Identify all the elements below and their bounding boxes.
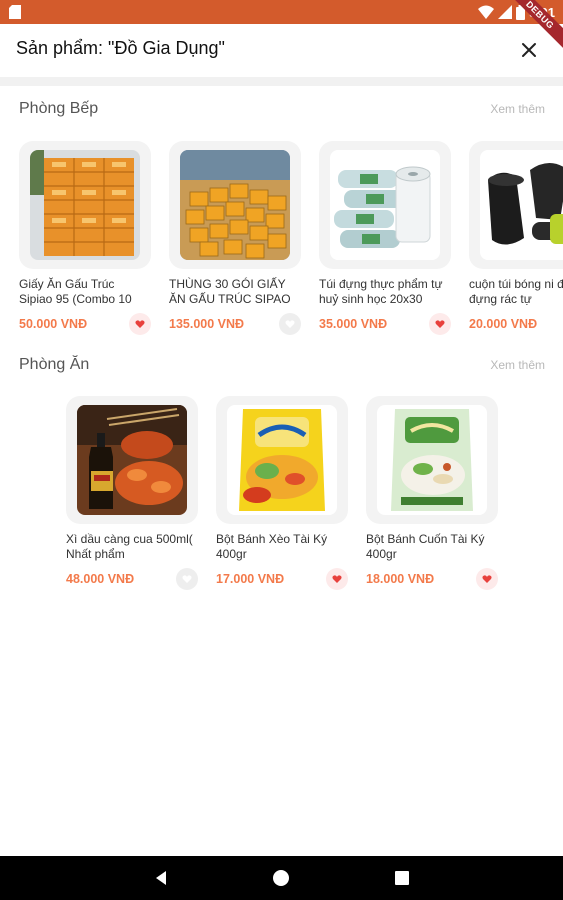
favorite-button[interactable]: [476, 568, 498, 590]
product-price: 18.000 VNĐ: [366, 572, 435, 586]
product-card[interactable]: cuộn túi bóng ni đen đựng rác tự 20.000 …: [469, 141, 563, 341]
system-nav-bar: [0, 856, 563, 900]
heart-icon: [285, 320, 295, 328]
product-name: Túi đựng thực phẩm tự huỷ sinh học 20x30: [319, 277, 443, 306]
home-icon[interactable]: [272, 869, 290, 887]
product-price: 135.000 VNĐ: [169, 317, 245, 331]
section-title: Phòng Ăn: [19, 356, 90, 373]
product-image-soy-sauce: [77, 405, 187, 515]
product-price: 17.000 VNĐ: [216, 572, 285, 586]
product-card[interactable]: Giấy Ăn Gấu Trúc Sipiao 95 (Combo 10 50.…: [19, 141, 151, 341]
product-card[interactable]: THÙNG 30 GÓI GIẤY ĂN GẤU TRÚC SIPAO 135.…: [169, 141, 301, 341]
product-image-food-bag-rolls: [330, 150, 440, 260]
see-more-link[interactable]: Xem thêm: [490, 102, 545, 116]
product-price: 50.000 VNĐ: [19, 317, 88, 331]
section-title: Phòng Bếp: [19, 100, 99, 117]
see-more-link[interactable]: Xem thêm: [490, 358, 545, 372]
product-row-kitchen[interactable]: Giấy Ăn Gấu Trúc Sipiao 95 (Combo 10 50.…: [0, 141, 563, 341]
section-header-dining: Phòng Ăn Xem thêm: [0, 356, 563, 380]
product-row-dining[interactable]: Xì dầu càng cua 500ml( Nhất phẩm 48.000 …: [0, 396, 563, 596]
product-card[interactable]: Bột Bánh Cuốn Tài Ký 400gr 18.000 VNĐ: [366, 396, 498, 596]
section-header-kitchen: Phòng Bếp Xem thêm: [0, 100, 563, 124]
heart-icon: [435, 320, 445, 328]
favorite-button[interactable]: [326, 568, 348, 590]
favorite-button[interactable]: [279, 313, 301, 335]
product-name: THÙNG 30 GÓI GIẤY ĂN GẤU TRÚC SIPAO: [169, 277, 291, 306]
product-image-tissue-carton: [180, 150, 290, 260]
app-bar: Sản phẩm: "Đồ Gia Dụng": [0, 24, 563, 76]
heart-icon: [135, 320, 145, 328]
close-icon[interactable]: [517, 38, 541, 62]
product-name: Xì dầu càng cua 500ml( Nhất phẩm: [66, 532, 193, 561]
product-price: 35.000 VNĐ: [319, 317, 388, 331]
product-name: Bột Bánh Xèo Tài Ký 400gr: [216, 532, 328, 561]
product-card[interactable]: Bột Bánh Xèo Tài Ký 400gr 17.000 VNĐ: [216, 396, 348, 596]
status-bar: 9:01: [0, 0, 563, 24]
heart-icon: [332, 575, 342, 583]
product-name: Bột Bánh Cuốn Tài Ký 400gr: [366, 532, 485, 561]
product-image-banh-xeo-flour: [227, 405, 337, 515]
back-icon[interactable]: [152, 869, 170, 887]
product-price: 20.000 VNĐ: [469, 317, 538, 331]
recents-icon[interactable]: [393, 869, 411, 887]
product-image-banh-cuon-flour: [377, 405, 487, 515]
sd-card-icon: [9, 5, 21, 19]
product-image-trash-bags: [480, 150, 563, 260]
header-divider: [0, 77, 563, 86]
heart-icon: [482, 575, 492, 583]
heart-icon: [182, 575, 192, 583]
product-card[interactable]: Túi đựng thực phẩm tự huỷ sinh học 20x30…: [319, 141, 451, 341]
product-image-tissue-boxes: [30, 150, 140, 260]
favorite-button[interactable]: [429, 313, 451, 335]
product-name: cuộn túi bóng ni đen đựng rác tự: [469, 277, 563, 306]
product-name: Giấy Ăn Gấu Trúc Sipiao 95 (Combo 10: [19, 277, 132, 306]
product-price: 48.000 VNĐ: [66, 572, 135, 586]
wifi-icon: [477, 5, 494, 19]
favorite-button[interactable]: [176, 568, 198, 590]
favorite-button[interactable]: [129, 313, 151, 335]
page-title: Sản phẩm: "Đồ Gia Dụng": [16, 38, 225, 58]
signal-icon: [497, 5, 512, 19]
product-card[interactable]: Xì dầu càng cua 500ml( Nhất phẩm 48.000 …: [66, 396, 198, 596]
